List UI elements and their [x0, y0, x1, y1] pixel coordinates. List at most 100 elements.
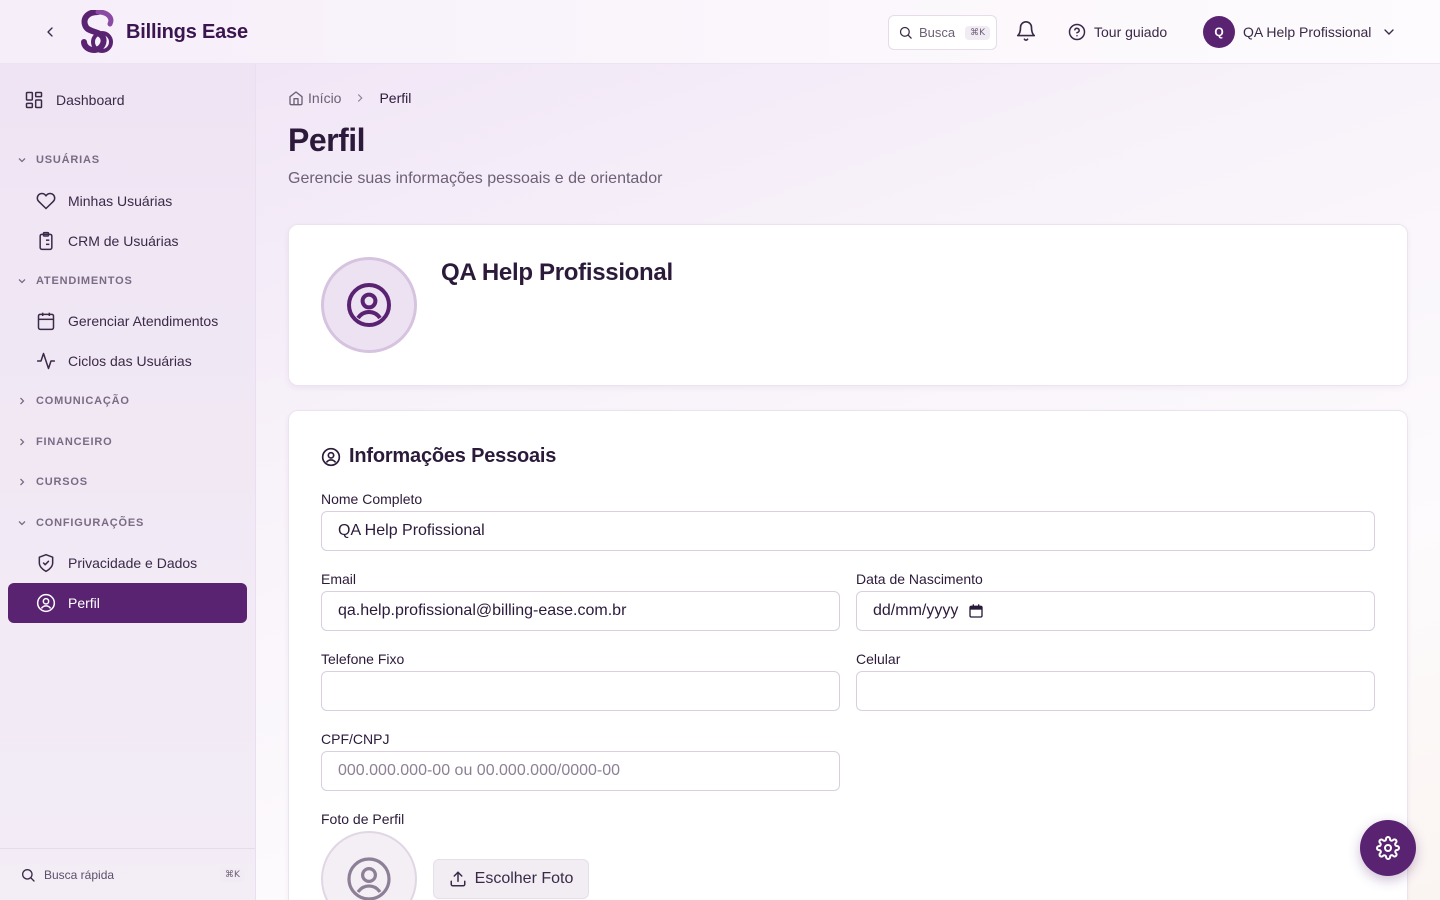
quick-search-label: Busca rápida [44, 867, 115, 882]
birth-date-input[interactable]: dd/mm/yyyy [856, 591, 1375, 631]
help-circle-icon [1068, 23, 1086, 41]
landline-input[interactable] [321, 671, 840, 711]
chevron-down-icon [18, 158, 26, 163]
chevron-down-icon [18, 279, 26, 284]
activity-icon [36, 351, 56, 371]
landline-label: Telefone Fixo [321, 651, 405, 667]
main-content: Início Perfil Perfil Gerencie suas infor… [256, 64, 1440, 900]
section-configuracoes[interactable]: CONFIGURAÇÕES [16, 513, 144, 533]
photo-label: Foto de Perfil [321, 811, 405, 827]
photo-preview [321, 831, 417, 900]
quick-search-button[interactable]: Busca rápida ⌘K [0, 848, 255, 900]
chevron-right-icon [20, 478, 25, 486]
profile-summary-card: QA Help Profissional [288, 224, 1408, 386]
dashboard-icon [24, 90, 44, 110]
user-circle-icon [347, 283, 391, 327]
section-heading: Informações Pessoais [349, 445, 557, 467]
shield-check-icon [36, 553, 56, 573]
mobile-label: Celular [856, 651, 901, 667]
bell-icon [1016, 21, 1036, 41]
cpf-cnpj-label: CPF/CNPJ [321, 731, 390, 747]
chevron-down-icon [1384, 29, 1395, 35]
sidebar-item-ciclos-usuarias[interactable]: Ciclos das Usuárias [8, 341, 247, 381]
mobile-input[interactable] [856, 671, 1375, 711]
header-search-button[interactable]: Busca ⌘K [888, 15, 997, 50]
birth-date-label: Data de Nascimento [856, 571, 983, 587]
sidebar-item-dashboard[interactable]: Dashboard [8, 80, 247, 120]
chevron-right-icon [353, 91, 367, 105]
calendar-icon[interactable] [968, 603, 984, 619]
sidebar-item-label: Dashboard [56, 92, 125, 108]
choose-photo-label: Escolher Foto [474, 870, 574, 887]
personal-info-title: Informações Pessoais [321, 445, 556, 468]
page-title: Perfil [288, 122, 366, 158]
user-circle-icon [36, 593, 56, 613]
full-name-label: Nome Completo [321, 491, 423, 507]
breadcrumb-home-link[interactable]: Início [308, 90, 341, 106]
brand-logo[interactable]: Billings Ease [80, 10, 248, 54]
chevron-down-icon [18, 521, 26, 526]
section-usuarias[interactable]: USUÁRIAS [16, 150, 100, 170]
calendar-icon [36, 311, 56, 331]
page-subtitle: Gerencie suas informações pessoais e de … [288, 170, 663, 187]
clipboard-list-icon [36, 231, 56, 251]
top-header: Billings Ease Busca ⌘K Tour guiado Q QA … [0, 0, 1440, 64]
sidebar-item-label: Ciclos das Usuárias [68, 353, 192, 369]
personal-info-card: Informações Pessoais Nome Completo Email… [288, 410, 1408, 900]
search-label: Busca [919, 25, 956, 40]
chevron-right-icon [20, 397, 25, 405]
upload-icon [450, 871, 466, 887]
section-title: CONFIGURAÇÕES [36, 517, 145, 529]
cpf-cnpj-input[interactable] [321, 751, 840, 791]
guided-tour-button[interactable]: Tour guiado [1068, 18, 1167, 46]
section-financeiro[interactable]: FINANCEIRO [16, 432, 112, 452]
gear-icon [1376, 836, 1400, 860]
sidebar-item-gerenciar-atendimentos[interactable]: Gerenciar Atendimentos [8, 301, 247, 341]
section-title: CURSOS [36, 476, 88, 488]
section-title: COMUNICAÇÃO [36, 395, 130, 407]
guided-tour-label: Tour guiado [1094, 24, 1168, 40]
settings-fab-button[interactable] [1360, 820, 1416, 876]
section-title: USUÁRIAS [36, 154, 100, 166]
user-circle-icon [321, 447, 341, 466]
chevron-left-icon [47, 27, 53, 37]
search-icon [899, 26, 912, 39]
section-comunicacao[interactable]: COMUNICAÇÃO [16, 391, 130, 411]
sidebar-item-crm-usuarias[interactable]: CRM de Usuárias [8, 221, 247, 261]
sidebar: Dashboard USUÁRIAS Minhas Usuárias CRM d… [0, 64, 256, 900]
sidebar-item-label: Perfil [68, 595, 100, 611]
back-button[interactable] [38, 20, 62, 44]
breadcrumb: Início Perfil [288, 88, 411, 108]
birth-date-placeholder: dd/mm/yyyy [873, 602, 959, 619]
sidebar-item-label: Privacidade e Dados [68, 555, 198, 571]
heart-icon [36, 191, 56, 211]
sidebar-item-label: CRM de Usuárias [68, 233, 179, 249]
notifications-button[interactable] [1015, 20, 1039, 44]
section-atendimentos[interactable]: ATENDIMENTOS [16, 271, 133, 291]
profile-avatar [321, 257, 417, 353]
sidebar-item-privacidade[interactable]: Privacidade e Dados [8, 543, 247, 583]
search-shortcut: ⌘K [965, 25, 991, 40]
email-label: Email [321, 571, 357, 587]
section-title: ATENDIMENTOS [36, 275, 133, 287]
chevron-right-icon [20, 438, 25, 446]
email-input[interactable] [321, 591, 840, 631]
user-menu[interactable]: Q QA Help Profissional [1203, 16, 1397, 48]
brand-name: Billings Ease [126, 20, 248, 43]
section-cursos[interactable]: CURSOS [16, 472, 88, 492]
breadcrumb-current: Perfil [379, 90, 412, 106]
home-icon [289, 91, 303, 106]
choose-photo-button[interactable]: Escolher Foto [433, 859, 589, 899]
section-title: FINANCEIRO [36, 436, 113, 448]
logo-icon [81, 10, 114, 54]
sidebar-item-perfil[interactable]: Perfil [8, 583, 247, 623]
profile-name: QA Help Profissional [441, 259, 673, 286]
search-icon [22, 868, 35, 882]
quick-search-shortcut: ⌘K [220, 867, 245, 882]
user-circle-icon [347, 857, 391, 900]
sidebar-item-label: Minhas Usuárias [68, 193, 173, 209]
user-name: QA Help Profissional [1243, 24, 1372, 40]
sidebar-item-minhas-usuarias[interactable]: Minhas Usuárias [8, 181, 247, 221]
avatar: Q [1203, 16, 1235, 48]
full-name-input[interactable] [321, 511, 1375, 551]
